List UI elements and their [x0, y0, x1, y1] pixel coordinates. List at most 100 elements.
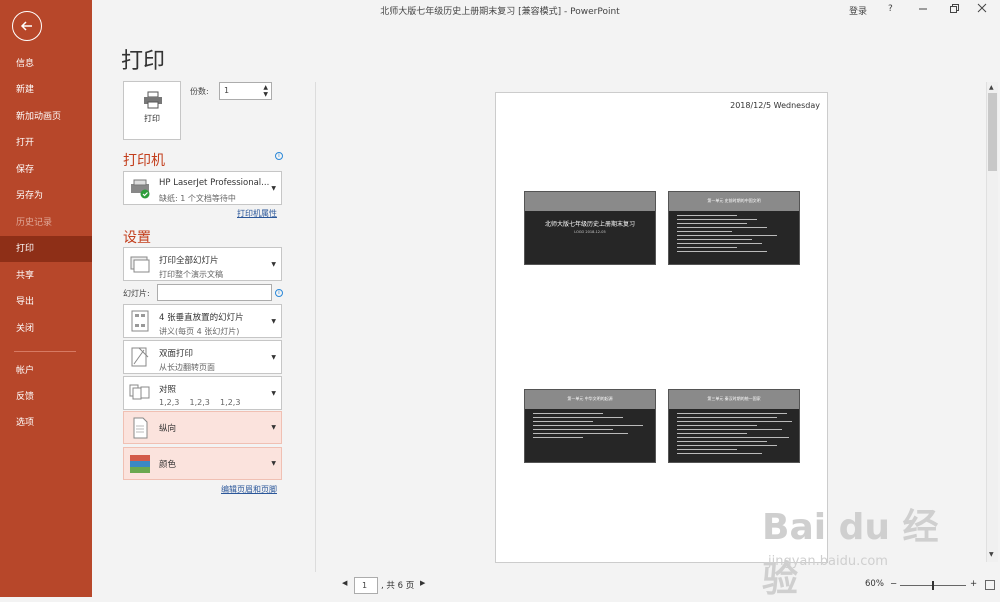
- minimize-button[interactable]: [918, 1, 928, 18]
- scroll-up-icon[interactable]: ▲: [989, 84, 994, 91]
- print-range-title: 打印全部幻灯片: [159, 256, 219, 266]
- close-icon: [977, 3, 987, 13]
- baidu-watermark: Bai du 经验 jingyan.baidu.com: [748, 488, 948, 600]
- chevron-down-icon: ▼: [271, 261, 276, 268]
- print-range-sub: 打印整个演示文稿: [159, 270, 223, 279]
- printer-icon: [144, 91, 162, 109]
- slide-thumbnail-1: 北师大版七年级历史上册期末复习 LOGO 2018-12-05: [524, 191, 656, 265]
- chevron-down-icon: ▼: [271, 354, 276, 361]
- prev-page-icon[interactable]: ◀: [342, 579, 347, 587]
- chevron-down-icon: ▼: [271, 460, 276, 467]
- scroll-down-icon[interactable]: ▼: [989, 551, 994, 558]
- pane-divider: [315, 82, 316, 572]
- collate-sub: 1,2,3 1,2,3 1,2,3: [159, 398, 241, 407]
- minimize-icon: [919, 8, 927, 10]
- copies-input[interactable]: 1 ▲ ▼: [219, 82, 272, 100]
- edit-header-footer-link[interactable]: 编辑页眉和页脚: [221, 484, 277, 495]
- chevron-down-icon: ▼: [271, 390, 276, 397]
- chevron-down-icon: ▼: [271, 185, 276, 192]
- color-dropdown[interactable]: 颜色 ▼: [123, 447, 282, 480]
- slides-label: 幻灯片:: [123, 289, 150, 298]
- slide-thumbnail-4: 第三单元 秦汉时期的统一国家: [668, 389, 800, 463]
- collate-title: 对照: [159, 385, 177, 395]
- close-window-button[interactable]: [977, 1, 987, 18]
- back-arrow-icon: [20, 21, 32, 31]
- preview-date: 2018/12/5 Wednesday: [730, 101, 820, 110]
- print-range-dropdown[interactable]: 打印全部幻灯片 打印整个演示文稿 ▼: [123, 247, 282, 281]
- slide-1-subtitle: LOGO 2018-12-05: [574, 230, 606, 234]
- slide-thumbnail-2: 第一单元 史前时期的中国文明: [668, 191, 800, 265]
- printer-name: HP LaserJet Professional...: [159, 178, 270, 188]
- page-number-input[interactable]: 1: [354, 577, 378, 594]
- layout-title: 4 张垂直放置的幻灯片: [159, 313, 244, 323]
- printer-dropdown[interactable]: HP LaserJet Professional... 缺纸: 1 个文档等待中…: [123, 171, 282, 205]
- nav-share[interactable]: 共享: [0, 263, 92, 289]
- slides-stack-icon: [130, 256, 150, 273]
- printer-status: 缺纸: 1 个文档等待中: [159, 194, 236, 203]
- collate-dropdown[interactable]: 对照 1,2,3 1,2,3 1,2,3 ▼: [123, 376, 282, 410]
- chevron-down-icon: ▼: [271, 318, 276, 325]
- backstage-sidebar: 信息 新建 新加动画页 打开 保存 另存为 历史记录 打印 共享 导出 关闭 帐…: [0, 0, 92, 597]
- watermark-url: jingyan.baidu.com: [768, 554, 888, 569]
- duplex-dropdown[interactable]: 双面打印 从长边翻转页面 ▼: [123, 340, 282, 374]
- page-total: , 共 6 页: [381, 581, 415, 591]
- nav-account[interactable]: 帐户: [0, 358, 92, 384]
- slide-3-title: 第一单元 中华文明的起源: [567, 396, 613, 401]
- zoom-in-icon[interactable]: +: [970, 579, 977, 589]
- restore-button[interactable]: [949, 1, 959, 18]
- nav-options[interactable]: 选项: [0, 410, 92, 436]
- duplex-icon: [131, 347, 149, 367]
- nav-info[interactable]: 信息: [0, 51, 92, 77]
- info-icon[interactable]: i: [275, 289, 283, 297]
- slides-input[interactable]: [157, 284, 272, 301]
- layout-sub: 讲义(每页 4 张幻灯片): [159, 327, 240, 336]
- nav-open[interactable]: 打开: [0, 130, 92, 156]
- color-swatch-icon: [130, 455, 150, 473]
- slide-thumbnail-3: 第一单元 中华文明的起源: [524, 389, 656, 463]
- scrollbar-thumb[interactable]: [988, 93, 997, 171]
- copies-value: 1: [224, 86, 230, 95]
- settings-heading: 设置: [123, 230, 151, 246]
- nav-print[interactable]: 打印: [0, 236, 92, 262]
- nav-history[interactable]: 历史记录: [0, 210, 92, 236]
- fit-to-window-icon[interactable]: [985, 580, 995, 590]
- nav-new[interactable]: 新建: [0, 77, 92, 103]
- slide-2-title: 第一单元 史前时期的中国文明: [707, 198, 761, 203]
- spin-up-icon[interactable]: ▲: [263, 84, 268, 91]
- copies-label: 份数:: [190, 87, 209, 96]
- printer-properties-link[interactable]: 打印机属性: [237, 208, 277, 219]
- slide-1-title: 北师大版七年级历史上册期末复习: [544, 221, 635, 228]
- page-title: 打印: [121, 49, 166, 74]
- login-link[interactable]: 登录: [849, 4, 867, 17]
- page-number-value: 1: [362, 581, 368, 590]
- chevron-down-icon: ▼: [271, 424, 276, 431]
- duplex-title: 双面打印: [159, 349, 194, 359]
- collate-icon: [129, 384, 150, 400]
- printer-heading: 打印机: [123, 153, 165, 169]
- handout-layout-icon: [131, 310, 149, 332]
- nav-divider: [14, 351, 76, 352]
- next-page-icon[interactable]: ▶: [420, 579, 425, 587]
- duplex-sub: 从长边翻转页面: [159, 363, 215, 372]
- spin-down-icon[interactable]: ▼: [263, 91, 268, 98]
- nav-feedback[interactable]: 反馈: [0, 384, 92, 410]
- printer-device-icon: [131, 179, 150, 199]
- portrait-page-icon: [133, 417, 148, 439]
- nav-save-as[interactable]: 另存为: [0, 183, 92, 209]
- nav-export[interactable]: 导出: [0, 289, 92, 315]
- slide-header-bar: [525, 192, 655, 211]
- nav-close[interactable]: 关闭: [0, 316, 92, 342]
- slide-4-title: 第三单元 秦汉时期的统一国家: [707, 396, 761, 401]
- print-button-label: 打印: [144, 114, 160, 123]
- print-button[interactable]: 打印: [123, 81, 181, 140]
- info-icon[interactable]: i: [275, 152, 283, 160]
- orientation-dropdown[interactable]: 纵向 ▼: [123, 411, 282, 444]
- color-label: 颜色: [159, 460, 177, 470]
- watermark-brand: Bai du 经验: [762, 507, 939, 600]
- nav-save[interactable]: 保存: [0, 157, 92, 183]
- layout-dropdown[interactable]: 4 张垂直放置的幻灯片 讲义(每页 4 张幻灯片) ▼: [123, 304, 282, 338]
- orientation-label: 纵向: [159, 424, 177, 434]
- restore-icon: [950, 4, 959, 13]
- help-button[interactable]: ?: [888, 4, 893, 14]
- nav-add-animation-page[interactable]: 新加动画页: [0, 104, 92, 130]
